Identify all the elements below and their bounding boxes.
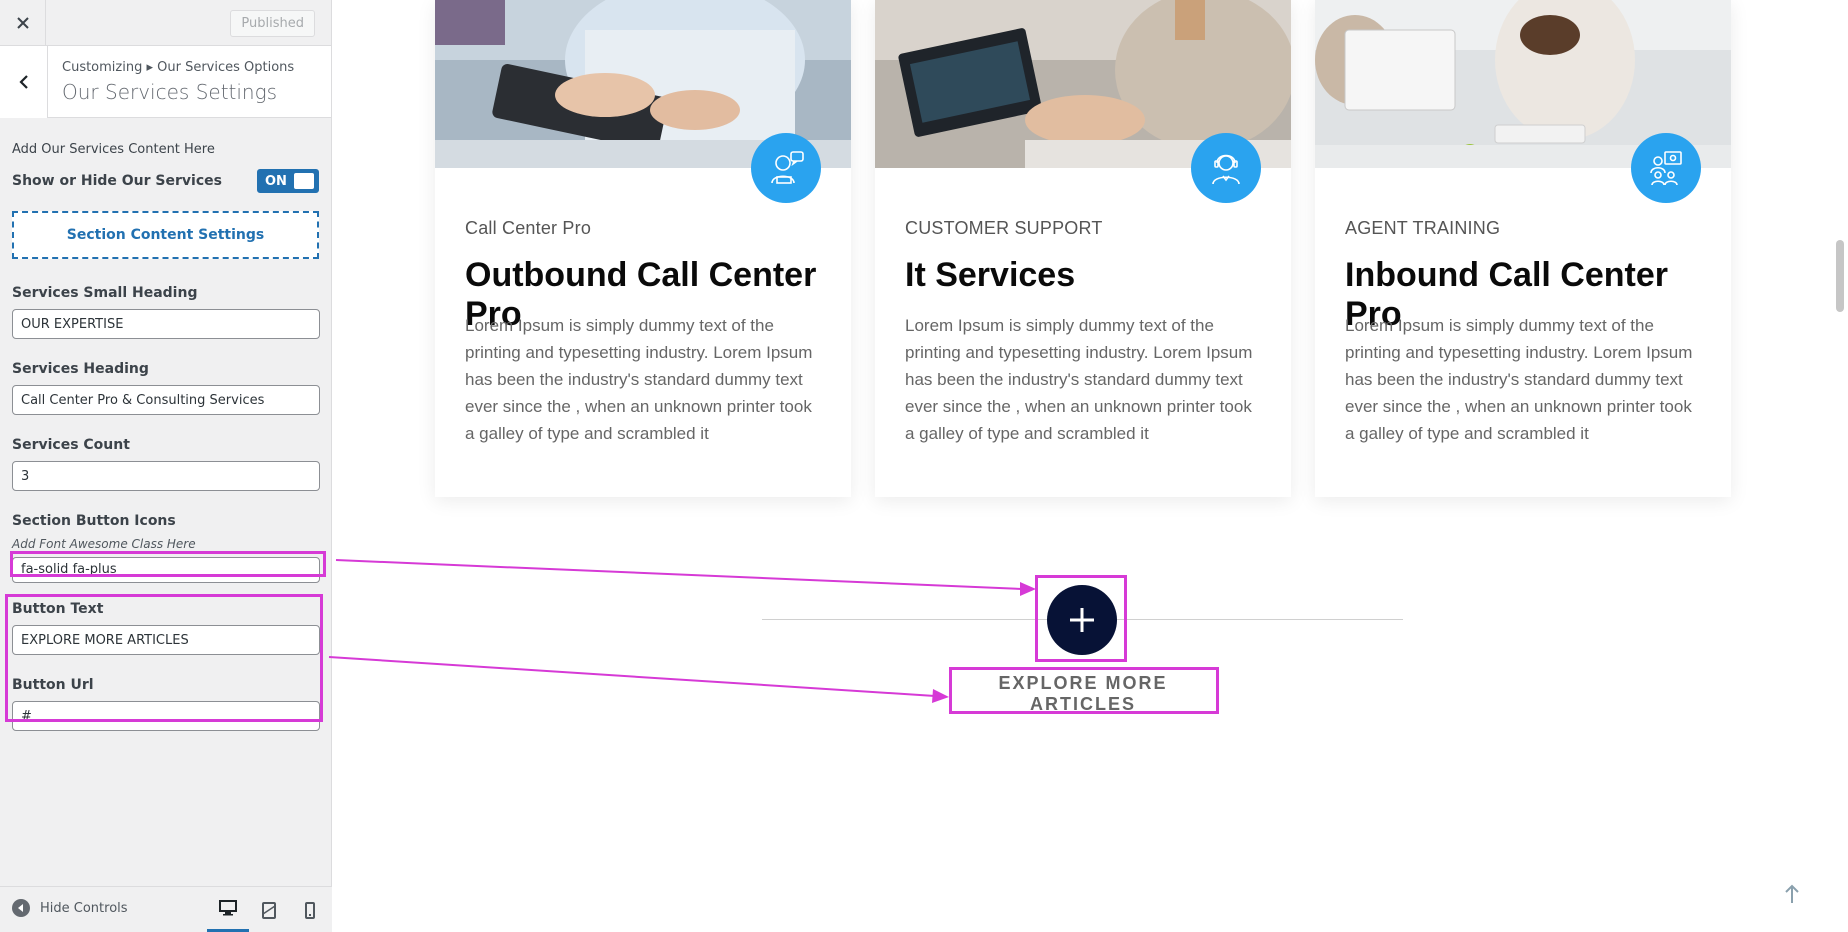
preview-scrollbar[interactable] — [1836, 240, 1844, 312]
show-hide-toggle[interactable]: ON — [257, 169, 319, 193]
published-button[interactable]: Published — [230, 10, 315, 37]
customizer-top-bar: Published — [0, 0, 331, 46]
arrow-up-icon — [1785, 884, 1799, 903]
mobile-preview-button[interactable] — [289, 887, 331, 932]
customizer-footer: Hide Controls — [0, 886, 332, 932]
service-card: AGENT TRAINING Inbound Call Center Pro L… — [1315, 0, 1731, 497]
toggle-knob — [294, 173, 314, 189]
highlight-button-fields — [5, 594, 323, 722]
breadcrumb: Customizing ▸ Our Services Options — [62, 60, 295, 75]
back-button[interactable] — [0, 46, 48, 118]
chevron-left-icon — [18, 75, 28, 89]
show-hide-label: Show or Hide Our Services — [12, 173, 222, 189]
tablet-icon — [262, 901, 276, 919]
desktop-preview-button[interactable] — [207, 887, 249, 932]
card-small-heading: CUSTOMER SUPPORT — [905, 218, 1103, 238]
section-title: Our Services Settings — [62, 80, 278, 104]
site-preview: Call Center Pro Outbound Call Center Pro… — [333, 0, 1848, 932]
button-icons-label: Section Button Icons — [12, 513, 176, 529]
hide-controls-label: Hide Controls — [40, 900, 128, 916]
small-heading-input[interactable] — [12, 309, 320, 339]
section-description: Add Our Services Content Here — [12, 142, 215, 157]
card-text: Lorem Ipsum is simply dummy text of the … — [905, 316, 1253, 443]
button-icons-hint: Add Font Awesome Class Here — [12, 537, 196, 551]
highlight-plus-button — [1035, 575, 1127, 662]
mobile-icon — [305, 901, 315, 919]
training-group-icon — [1631, 133, 1701, 203]
section-content-settings-button[interactable]: Section Content Settings — [12, 211, 319, 259]
toggle-state-text: ON — [265, 173, 287, 189]
hide-controls-button[interactable]: Hide Controls — [12, 899, 128, 917]
card-text: Lorem Ipsum is simply dummy text of the … — [1345, 316, 1693, 443]
card-small-heading: AGENT TRAINING — [1345, 218, 1501, 238]
services-count-input[interactable] — [12, 461, 320, 491]
collapse-icon — [12, 899, 30, 917]
services-count-label: Services Count — [12, 437, 130, 453]
close-icon — [16, 17, 29, 29]
customizer-panel: Published Customizing ▸ Our Services Opt… — [0, 0, 332, 932]
card-title: It Services — [905, 256, 1076, 294]
card-small-heading: Call Center Pro — [465, 218, 592, 238]
show-hide-row: Show or Hide Our Services ON — [12, 169, 319, 193]
desktop-icon — [219, 900, 237, 916]
headset-agent-icon — [1191, 133, 1261, 203]
section-header: Customizing ▸ Our Services Options Our S… — [0, 46, 331, 118]
tablet-preview-button[interactable] — [248, 887, 290, 932]
service-card: CUSTOMER SUPPORT It Services Lorem Ipsum… — [875, 0, 1291, 497]
scroll-to-top-button[interactable] — [1784, 884, 1800, 908]
highlight-icon-field — [10, 551, 326, 577]
woman-speech-icon — [751, 133, 821, 203]
service-card: Call Center Pro Outbound Call Center Pro… — [435, 0, 851, 497]
highlight-explore-button — [949, 667, 1219, 714]
heading-label: Services Heading — [12, 361, 149, 377]
card-text: Lorem Ipsum is simply dummy text of the … — [465, 316, 813, 443]
small-heading-label: Services Small Heading — [12, 285, 198, 301]
close-customizer-button[interactable] — [0, 0, 46, 46]
heading-input[interactable] — [12, 385, 320, 415]
